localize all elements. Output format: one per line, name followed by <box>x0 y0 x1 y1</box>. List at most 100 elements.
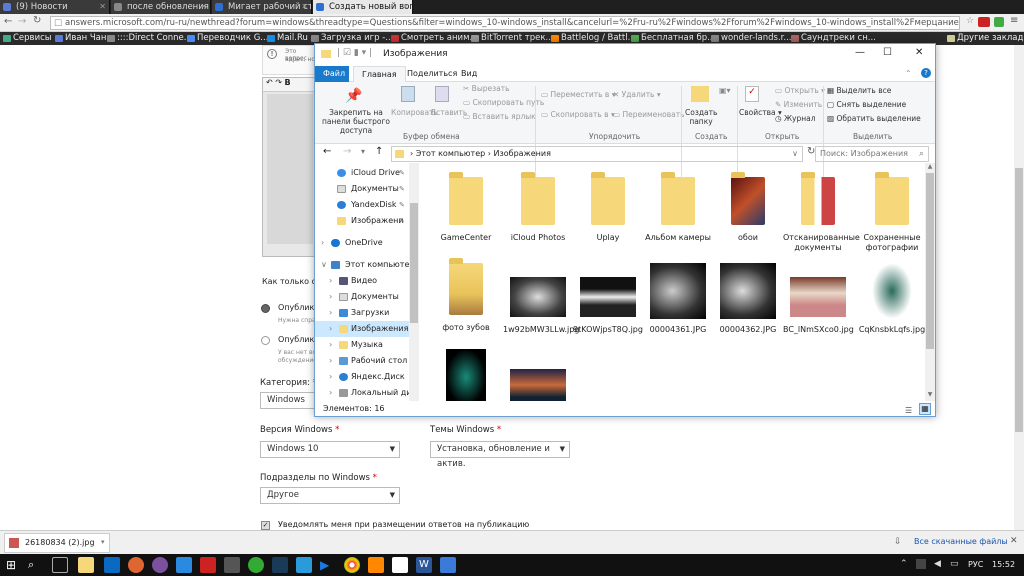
other-bookmarks[interactable]: Другие закладки <box>946 32 1024 45</box>
clock[interactable]: 15:52 <box>992 560 1015 569</box>
tree-item-desktop[interactable]: › Рабочий стол <box>315 353 419 369</box>
star-icon[interactable]: ☆ <box>966 16 974 26</box>
start-icon[interactable]: ⊞ <box>6 557 22 573</box>
app-icon[interactable] <box>200 557 216 573</box>
bookmark-item[interactable]: Переводчик G... <box>186 32 268 45</box>
scroll-up-icon[interactable]: ▲ <box>925 163 935 170</box>
copy-to-button[interactable]: ▭ Скопировать в ▾ <box>541 110 615 119</box>
close-icon[interactable]: ✕ <box>915 47 923 58</box>
history-button[interactable]: ◷ Журнал <box>775 114 816 123</box>
tab-view[interactable]: Вид <box>453 66 485 82</box>
invert-selection-button[interactable]: ▨ Обратить выделение <box>827 114 921 123</box>
radio-discussion[interactable] <box>261 336 270 345</box>
select-all-button[interactable]: ▦ Выделить все <box>827 86 891 95</box>
file-item-gamecenter[interactable]: GameCenter <box>431 172 501 243</box>
chevron-up-icon[interactable]: ⌃ <box>905 69 912 78</box>
app-icon[interactable] <box>368 557 384 573</box>
word-icon[interactable]: W <box>416 557 432 573</box>
undo-icon[interactable]: ↶ <box>266 78 273 87</box>
redo-icon[interactable]: ↷ <box>275 78 282 87</box>
network-icon[interactable] <box>916 559 926 569</box>
adblock-icon[interactable] <box>978 17 990 27</box>
file-item-photo[interactable]: 00004361.JPG <box>643 263 713 335</box>
qat-icons[interactable]: | ☑ ▮ ▾ | <box>337 48 372 58</box>
paste-button[interactable]: Вставить <box>431 108 467 117</box>
move-to-button[interactable]: ▭ Переместить в ▾ <box>541 90 616 99</box>
tab-file[interactable]: Файл <box>315 66 349 82</box>
select-none-button[interactable]: ▢ Снять выделение <box>827 100 906 109</box>
tab-home[interactable]: Главная <box>353 66 406 82</box>
tree-item-yandexdisk[interactable]: YandexDisk ✎ <box>315 197 419 213</box>
notify-checkbox[interactable]: ✓ <box>261 521 270 530</box>
file-item-photo[interactable]: 00004362.JPG <box>713 263 783 335</box>
tree-item-pictures[interactable]: › Изображения <box>315 321 419 337</box>
tab-new-question[interactable]: Создать новый вопр ✕ <box>313 0 413 14</box>
search-input[interactable]: Поиск: Изображения ⌕ <box>815 146 929 162</box>
minimize-icon[interactable]: — <box>855 47 865 58</box>
store-icon[interactable] <box>104 557 120 573</box>
tree-item-pictures-pinned[interactable]: Изображени ✎ <box>315 213 419 229</box>
close-icon[interactable]: ✕ <box>301 0 308 14</box>
file-item-uplay[interactable]: Uplay <box>573 172 643 243</box>
steam-icon[interactable] <box>272 557 288 573</box>
scroll-down-icon[interactable]: ▼ <box>925 391 935 398</box>
open-button[interactable]: ▭ Открыть ▾ <box>775 86 825 95</box>
file-item-photo[interactable]: BC_lNmSXco0.jpg <box>783 263 854 335</box>
maximize-icon[interactable]: ☐ <box>883 47 892 58</box>
editor-area[interactable]: ↶ ↷ B <box>262 77 318 257</box>
chrome-icon[interactable] <box>344 557 360 573</box>
bookmark-item[interactable]: ::::Direct Conne... <box>106 32 192 45</box>
large-icons-view-icon[interactable]: ▦ <box>919 403 931 415</box>
calculator-icon[interactable] <box>224 557 240 573</box>
file-item-photo[interactable]: 9tKOWjpsT8Q.jpg <box>573 263 643 335</box>
topic-select[interactable]: Установка, обновление и актив. ▼ <box>430 441 570 469</box>
utorrent-icon[interactable] <box>248 557 264 573</box>
tree-item-this-pc[interactable]: ∨ Этот компьютер <box>315 257 419 273</box>
explorer-icon[interactable] <box>78 557 94 573</box>
file-item-camera-roll[interactable]: Альбом камеры <box>643 172 713 243</box>
tree-item-downloads[interactable]: › Загрузки <box>315 305 419 321</box>
subsection-select[interactable]: Другое ▼ <box>260 487 400 504</box>
search-icon[interactable]: ⌕ <box>28 557 44 573</box>
close-icon[interactable]: ✕ <box>200 0 207 14</box>
photos-icon[interactable] <box>440 557 456 573</box>
tray-chevron-icon[interactable]: ⌃ <box>900 559 908 569</box>
file-item-photo[interactable]: 1w92bMW3LLw.jpg <box>503 263 579 335</box>
tree-item-yandex-disk[interactable]: › Яндекс.Диск <box>315 369 419 385</box>
url-input[interactable]: □ answers.microsoft.com/ru-ru/newthread?f… <box>50 16 960 30</box>
skype-icon[interactable] <box>296 557 312 573</box>
chevron-down-icon[interactable]: ▾ <box>101 538 105 546</box>
breadcrumb-item[interactable]: Изображения <box>494 149 551 158</box>
up-icon[interactable]: ↑ <box>375 146 383 157</box>
version-select[interactable]: Windows 10 ▼ <box>260 441 400 458</box>
rename-button[interactable]: ▭ Переименовать <box>613 110 685 119</box>
bookmark-item[interactable]: Сервисы <box>2 32 51 45</box>
mail-icon[interactable] <box>176 557 192 573</box>
show-all-downloads-link[interactable]: Все скачанные файлы <box>914 537 1008 546</box>
tree-item-local-disk[interactable]: › Локальный дис <box>315 385 419 401</box>
close-icon[interactable]: ✕ <box>99 0 106 14</box>
tab-update[interactable]: после обновления w ✕ <box>111 0 211 14</box>
tree-scrollbar-thumb[interactable] <box>410 203 418 323</box>
tree-item-icloud-drive[interactable]: iCloud Drive ✎ <box>315 165 419 181</box>
page-scrollbar-thumb[interactable] <box>1015 168 1023 432</box>
bookmark-item[interactable]: Иван Чан <box>54 32 106 45</box>
pin-icon[interactable]: 📌 <box>345 88 362 104</box>
close-icon[interactable]: ✕ <box>1010 536 1018 546</box>
notepad-icon[interactable] <box>392 557 408 573</box>
tree-item-onedrive[interactable]: › OneDrive <box>315 235 419 251</box>
delete-button[interactable]: ✕ Удалить ▾ <box>613 90 661 99</box>
tab-news[interactable]: (9) Новости ✕ <box>0 0 110 14</box>
file-item-wallpapers[interactable]: обои <box>713 172 783 243</box>
forward-icon[interactable]: → <box>18 16 26 27</box>
file-item-photo[interactable] <box>503 349 573 401</box>
file-item-photo[interactable] <box>431 349 501 401</box>
input-language[interactable]: РУС <box>968 560 983 569</box>
back-icon[interactable]: ← <box>4 16 12 27</box>
recent-chevron-icon[interactable]: ▾ <box>361 147 365 156</box>
back-icon[interactable]: ← <box>323 146 331 157</box>
close-icon[interactable]: ✕ <box>402 0 409 14</box>
cut-button[interactable]: ✂ Вырезать <box>463 84 510 93</box>
bookmark-item[interactable]: Mail.Ru <box>266 32 308 45</box>
file-item-photo[interactable]: CqKnsbkLqfs.jpg <box>857 263 927 335</box>
